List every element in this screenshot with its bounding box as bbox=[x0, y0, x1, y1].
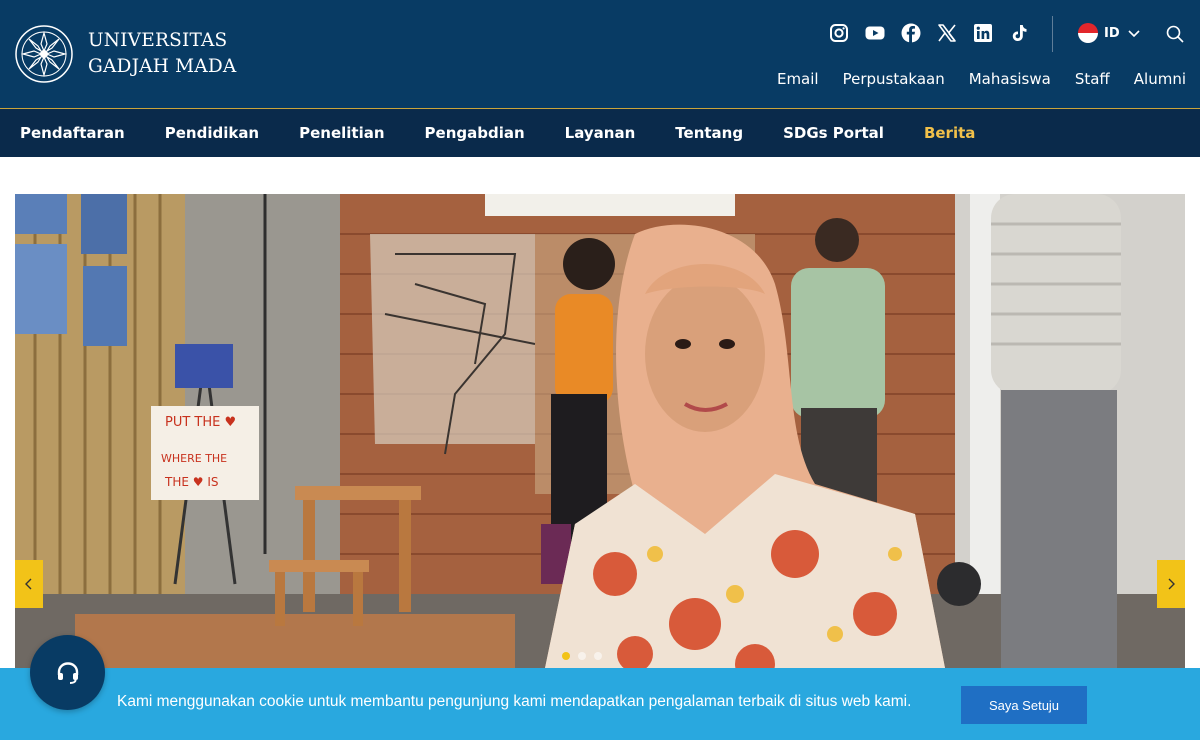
svg-text:THE ♥ IS: THE ♥ IS bbox=[164, 475, 218, 489]
social-links bbox=[828, 22, 1044, 44]
tiktok-icon[interactable] bbox=[1008, 22, 1030, 44]
slider-prev-button[interactable] bbox=[15, 560, 43, 608]
slider-dot-2[interactable] bbox=[578, 652, 586, 660]
svg-text:WHERE THE: WHERE THE bbox=[161, 452, 227, 465]
ugm-seal-icon bbox=[15, 25, 73, 83]
quick-link-email[interactable]: Email bbox=[777, 70, 819, 88]
university-name-line1: UNIVERSITAS bbox=[88, 30, 228, 51]
university-logo[interactable]: UNIVERSITAS GADJAH MADA bbox=[14, 24, 236, 84]
quick-links: Email Perpustakaan Mahasiswa Staff Alumn… bbox=[753, 70, 1186, 88]
nav-item-pendaftaran[interactable]: Pendaftaran bbox=[20, 124, 125, 142]
slider-pagination bbox=[562, 652, 610, 660]
slider-next-button[interactable] bbox=[1157, 560, 1185, 608]
indonesia-flag-icon bbox=[1078, 23, 1098, 43]
nav-item-pengabdian[interactable]: Pengabdian bbox=[425, 124, 525, 142]
help-chat-button[interactable] bbox=[30, 635, 105, 710]
quick-link-perpustakaan[interactable]: Perpustakaan bbox=[843, 70, 945, 88]
hero-slider-image: PUT THE ♥ WHERE THE THE ♥ IS bbox=[15, 194, 1185, 668]
nav-item-berita[interactable]: Berita bbox=[924, 124, 975, 142]
cookie-message: Kami menggunakan cookie untuk membantu p… bbox=[117, 693, 912, 710]
nav-item-penelitian[interactable]: Penelitian bbox=[299, 124, 384, 142]
x-icon[interactable] bbox=[936, 22, 958, 44]
chevron-right-icon bbox=[1168, 578, 1175, 590]
nav-item-pendidikan[interactable]: Pendidikan bbox=[165, 124, 259, 142]
quick-link-staff[interactable]: Staff bbox=[1075, 70, 1110, 88]
quick-link-mahasiswa[interactable]: Mahasiswa bbox=[969, 70, 1051, 88]
hero-photo-illustration: PUT THE ♥ WHERE THE THE ♥ IS bbox=[15, 194, 1185, 668]
sign-text: PUT THE ♥ bbox=[165, 415, 236, 430]
slider-dot-1[interactable] bbox=[562, 652, 570, 660]
university-name-line2: GADJAH MADA bbox=[88, 56, 237, 77]
headset-icon bbox=[57, 661, 78, 684]
nav-item-sdgs-portal[interactable]: SDGs Portal bbox=[783, 124, 884, 142]
chevron-down-icon bbox=[1128, 30, 1140, 38]
header-divider bbox=[1052, 16, 1053, 52]
language-switcher[interactable]: ID bbox=[1078, 23, 1141, 43]
facebook-icon[interactable] bbox=[900, 22, 922, 44]
nav-item-tentang[interactable]: Tentang bbox=[675, 124, 743, 142]
slider-dot-3[interactable] bbox=[594, 652, 602, 660]
language-code: ID bbox=[1104, 25, 1120, 41]
youtube-icon[interactable] bbox=[864, 22, 886, 44]
quick-link-alumni[interactable]: Alumni bbox=[1134, 70, 1186, 88]
instagram-icon[interactable] bbox=[828, 22, 850, 44]
site-header: UNIVERSITAS GADJAH MADA ID Email Perpust… bbox=[0, 0, 1200, 108]
cookie-accept-button[interactable]: Saya Setuju bbox=[961, 686, 1087, 724]
chevron-left-icon bbox=[25, 578, 32, 590]
main-navigation: Pendaftaran Pendidikan Penelitian Pengab… bbox=[0, 109, 1200, 157]
search-icon[interactable] bbox=[1165, 24, 1185, 44]
nav-item-layanan[interactable]: Layanan bbox=[565, 124, 636, 142]
linkedin-icon[interactable] bbox=[972, 22, 994, 44]
university-name: UNIVERSITAS GADJAH MADA bbox=[88, 28, 236, 80]
